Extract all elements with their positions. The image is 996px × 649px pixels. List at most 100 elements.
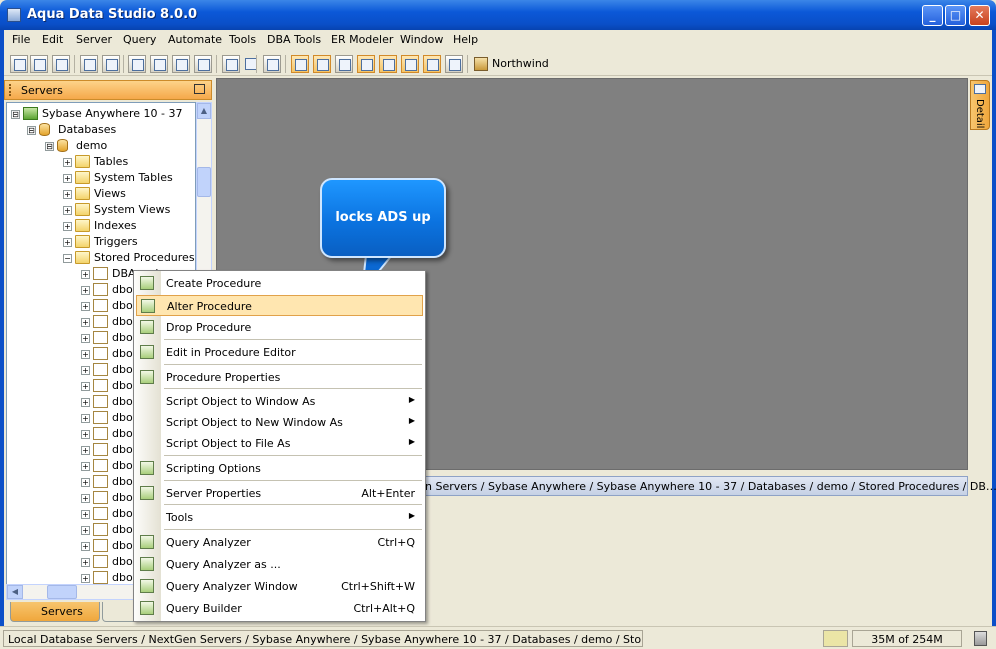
expand-toggle-icon[interactable]: + xyxy=(81,382,90,391)
menu-item-procedure-properties[interactable]: Procedure Properties xyxy=(136,367,423,388)
menu-item-scripting-options[interactable]: Scripting Options xyxy=(136,458,423,479)
expand-toggle-icon[interactable]: + xyxy=(81,350,90,359)
restore-panel-icon[interactable] xyxy=(194,84,205,94)
menu-file[interactable]: File xyxy=(12,33,30,46)
expand-toggle-icon[interactable]: + xyxy=(81,510,90,519)
expand-toggle-icon[interactable]: + xyxy=(81,478,90,487)
menu-item-script-object-to-window-as[interactable]: Script Object to Window As ▶ xyxy=(136,391,423,412)
menu-dba-tools[interactable]: DBA Tools xyxy=(267,33,321,46)
menu-item-script-object-to-new-window-as[interactable]: Script Object to New Window As ▶ xyxy=(136,412,423,433)
menu-tools[interactable]: Tools xyxy=(229,33,256,46)
menu-item-query-analyzer-window[interactable]: Query Analyzer Window Ctrl+Shift+W xyxy=(136,576,423,597)
menu-help[interactable]: Help xyxy=(453,33,478,46)
garbage-collect-icon[interactable] xyxy=(974,631,987,646)
menu-item-tools[interactable]: Tools ▶ xyxy=(136,507,423,528)
expand-toggle-icon[interactable]: ⊟ xyxy=(11,110,20,119)
expand-toggle-icon[interactable]: ⊟ xyxy=(45,142,54,151)
menu-query[interactable]: Query xyxy=(123,33,156,46)
scroll-thumb[interactable] xyxy=(197,167,211,197)
menu-item-create-procedure[interactable]: Create Procedure xyxy=(136,273,423,294)
menu-item-query-analyzer-as[interactable]: Query Analyzer as ... xyxy=(136,554,423,575)
expand-toggle-icon[interactable]: + xyxy=(81,558,90,567)
layout-toggle-4-icon[interactable] xyxy=(357,55,375,73)
compare-icon[interactable] xyxy=(194,55,212,73)
menu-item-label: Tools xyxy=(166,511,194,524)
drop-procedure-icon xyxy=(140,320,154,334)
expand-toggle-icon[interactable]: + xyxy=(81,366,90,375)
print-icon[interactable] xyxy=(263,55,281,73)
scroll-thumb[interactable] xyxy=(47,585,77,599)
procedure-icon xyxy=(93,267,108,280)
maximize-button[interactable]: □ xyxy=(945,5,966,26)
minimize-button[interactable]: _ xyxy=(922,5,943,26)
expand-toggle-icon[interactable]: + xyxy=(63,222,72,231)
menu-item-script-object-to-file-as[interactable]: Script Object to File As ▶ xyxy=(136,433,423,454)
expand-toggle-icon[interactable]: + xyxy=(81,270,90,279)
panel-grip-icon[interactable] xyxy=(9,84,12,96)
layout-toggle-1-icon[interactable] xyxy=(291,55,309,73)
expand-toggle-icon[interactable]: + xyxy=(63,174,72,183)
layout-toggle-3-icon[interactable] xyxy=(335,55,353,73)
menu-automate[interactable]: Automate xyxy=(168,33,222,46)
layout-toggle-6-icon[interactable] xyxy=(401,55,419,73)
edit-server-icon[interactable] xyxy=(30,55,48,73)
folder-icon xyxy=(75,155,90,168)
dropdown-arrow-icon[interactable] xyxy=(242,55,257,73)
scroll-left-icon[interactable]: ◀ xyxy=(7,585,23,599)
expand-toggle-icon[interactable]: + xyxy=(81,542,90,551)
query-analyzer-as-icon xyxy=(140,557,154,571)
expand-toggle-icon[interactable]: + xyxy=(81,398,90,407)
menu-server[interactable]: Server xyxy=(76,33,112,46)
expand-toggle-icon[interactable]: + xyxy=(81,446,90,455)
tree-item-label: dbo xyxy=(112,475,133,488)
expand-toggle-icon[interactable]: − xyxy=(63,254,72,263)
menu-window[interactable]: Window xyxy=(400,33,443,46)
menu-item-alter-procedure[interactable]: Alter Procedure xyxy=(136,295,423,316)
query-window-icon[interactable] xyxy=(128,55,146,73)
scroll-up-icon[interactable]: ▲ xyxy=(197,103,211,119)
expand-toggle-icon[interactable]: + xyxy=(81,334,90,343)
connect-icon[interactable] xyxy=(80,55,98,73)
procedure-editor-icon[interactable] xyxy=(172,55,190,73)
expand-toggle-icon[interactable]: + xyxy=(63,190,72,199)
expand-toggle-icon[interactable]: + xyxy=(81,318,90,327)
expand-toggle-icon[interactable]: + xyxy=(81,526,90,535)
tab-detail[interactable]: Detail xyxy=(970,80,990,130)
expand-toggle-icon[interactable]: + xyxy=(81,430,90,439)
expand-toggle-icon[interactable]: + xyxy=(63,238,72,247)
expand-toggle-icon[interactable]: + xyxy=(81,286,90,295)
menu-item-edit-in-procedure-editor[interactable]: Edit in Procedure Editor xyxy=(136,342,423,363)
procedure-icon xyxy=(93,379,108,392)
expand-toggle-icon[interactable]: + xyxy=(81,574,90,583)
query-builder-icon[interactable] xyxy=(150,55,168,73)
database-connection-icon[interactable] xyxy=(474,57,488,71)
expand-toggle-icon[interactable]: + xyxy=(81,462,90,471)
layout-toggle-2-icon[interactable] xyxy=(313,55,331,73)
new-server-icon[interactable] xyxy=(10,55,28,73)
disconnect-icon[interactable] xyxy=(102,55,120,73)
layout-toggle-5-icon[interactable] xyxy=(379,55,397,73)
expand-toggle-icon[interactable]: + xyxy=(81,302,90,311)
menu-item-drop-procedure[interactable]: Drop Procedure xyxy=(136,317,423,338)
expand-toggle-icon[interactable]: ⊟ xyxy=(27,126,36,135)
tab-servers[interactable]: Servers xyxy=(10,602,100,622)
menu-item-query-analyzer[interactable]: Query Analyzer Ctrl+Q xyxy=(136,532,423,553)
menu-item-server-properties[interactable]: Server Properties Alt+Enter xyxy=(136,483,423,504)
close-button[interactable]: ✕ xyxy=(969,5,990,26)
current-connection-label[interactable]: Northwind xyxy=(492,57,549,70)
expand-toggle-icon[interactable]: + xyxy=(81,414,90,423)
import-icon[interactable] xyxy=(222,55,240,73)
tree-item-label: dbo xyxy=(112,539,133,552)
server-group-icon[interactable] xyxy=(52,55,70,73)
layout-toggle-8-icon[interactable] xyxy=(445,55,463,73)
status-bar: Local Database Servers / NextGen Servers… xyxy=(0,626,996,649)
expand-toggle-icon[interactable]: + xyxy=(81,494,90,503)
menu-edit[interactable]: Edit xyxy=(42,33,63,46)
layout-toggle-7-icon[interactable] xyxy=(423,55,441,73)
expand-toggle-icon[interactable]: + xyxy=(63,158,72,167)
expand-toggle-icon[interactable]: + xyxy=(63,206,72,215)
menu-item-query-builder[interactable]: Query Builder Ctrl+Alt+Q xyxy=(136,598,423,619)
menu-er-modeler[interactable]: ER Modeler xyxy=(331,33,393,46)
tree-item-label: dbo xyxy=(112,523,133,536)
menu-item-shortcut: Alt+Enter xyxy=(361,487,415,500)
